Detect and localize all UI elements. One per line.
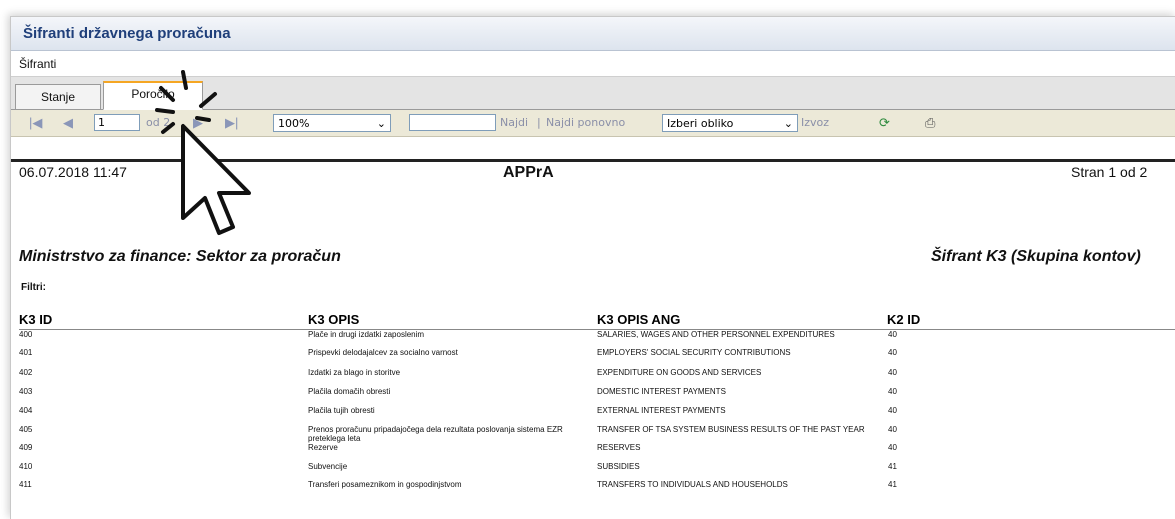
- app-window: Šifranti državnega proračuna Šifranti St…: [10, 16, 1175, 519]
- first-page-icon[interactable]: |◀: [29, 114, 42, 131]
- tab-porocilo[interactable]: Poročilo: [103, 81, 203, 110]
- export-link[interactable]: Izvoz: [801, 114, 829, 131]
- find-input[interactable]: [409, 114, 496, 131]
- cell-k3-opis-ang: EMPLOYERS' SOCIAL SECURITY CONTRIBUTIONS: [597, 348, 791, 357]
- cell-k3-opis: Transferi posameznikom in gospodinjstvom: [308, 480, 462, 489]
- column-header-k2-id: K2 ID: [887, 312, 921, 327]
- find-link[interactable]: Najdi: [500, 114, 528, 131]
- cell-k3-id: 403: [19, 387, 33, 396]
- cell-k3-id: 404: [19, 406, 33, 415]
- cell-k2-id: 40: [888, 368, 897, 377]
- cell-k3-opis: Prenos proračunu pripadajočega dela rezu…: [308, 425, 563, 443]
- column-header-k3-opis: K3 OPIS: [308, 312, 360, 327]
- zoom-value: 100%: [278, 116, 310, 130]
- tab-stanje[interactable]: Stanje: [15, 84, 101, 110]
- menu-item-sifranti[interactable]: Šifranti: [19, 57, 56, 71]
- column-header-k3-id: K3 ID: [19, 312, 53, 327]
- cell-k3-opis-ang: RESERVES: [597, 443, 641, 452]
- cell-k3-opis-ang: SUBSIDIES: [597, 462, 640, 471]
- cell-k3-opis: Plačila domačih obresti: [308, 387, 391, 396]
- format-value: Izberi obliko: [667, 116, 734, 130]
- find-separator: |: [537, 116, 541, 129]
- cell-k3-id: 410: [19, 462, 33, 471]
- cell-k3-opis: Plače in drugi izdatki zaposlenim: [308, 330, 425, 339]
- title-bar: Šifranti državnega proračuna: [11, 17, 1175, 51]
- cell-k2-id: 41: [888, 480, 897, 489]
- cell-k3-opis-ang: DOMESTIC INTEREST PAYMENTS: [597, 387, 726, 396]
- chevron-down-icon: ⌄: [783, 116, 793, 130]
- report-toolbar: |◀ ◀ od 2 ▶ ▶| 100% ⌄ Najdi | Najdi pono…: [11, 110, 1175, 137]
- prev-page-icon[interactable]: ◀: [63, 114, 73, 131]
- cell-k3-opis: Subvencije: [308, 462, 348, 471]
- report-title: Šifrant K3 (Skupina kontov): [931, 248, 1141, 265]
- next-page-icon[interactable]: ▶: [193, 114, 203, 131]
- cell-k2-id: 40: [888, 348, 897, 357]
- page-of-label: od 2: [146, 116, 171, 129]
- cell-k3-opis-ang: TRANSFERS TO INDIVIDUALS AND HOUSEHOLDS: [597, 480, 788, 489]
- report-datetime: 06.07.2018 11:47: [19, 164, 127, 180]
- report-app-name: APPrA: [503, 164, 554, 181]
- report-viewer: 06.07.2018 11:47 APPrA Stran 1 od 2 Mini…: [11, 159, 1175, 519]
- refresh-icon[interactable]: ⟳: [879, 114, 890, 131]
- cell-k3-opis-ang: EXPENDITURE ON GOODS AND SERVICES: [597, 368, 762, 377]
- cell-k3-opis: Plačila tujih obresti: [308, 406, 375, 415]
- report-ministry: Ministrstvo za finance: Sektor za prorač…: [19, 248, 341, 265]
- cell-k3-opis-ang: TRANSFER OF TSA SYSTEM BUSINESS RESULTS …: [597, 425, 865, 434]
- menu-bar: Šifranti: [11, 51, 1175, 77]
- window-title: Šifranti državnega proračuna: [23, 25, 231, 42]
- cell-k3-id: 400: [19, 330, 33, 339]
- page-number-input[interactable]: [94, 114, 140, 131]
- cell-k3-opis-ang: EXTERNAL INTEREST PAYMENTS: [597, 406, 726, 415]
- report-page-info: Stran 1 od 2: [1071, 164, 1148, 180]
- cell-k3-id: 411: [19, 480, 32, 489]
- column-header-k3-opis-ang: K3 OPIS ANG: [597, 312, 681, 327]
- cell-k3-opis: Rezerve: [308, 443, 338, 452]
- cell-k2-id: 40: [888, 443, 897, 452]
- cell-k3-opis: Prispevki delodajalcev za socialno varno…: [308, 348, 458, 357]
- cell-k2-id: 40: [888, 425, 897, 434]
- cell-k3-opis-ang: SALARIES, WAGES AND OTHER PERSONNEL EXPE…: [597, 330, 835, 339]
- tab-strip: Stanje Poročilo: [11, 77, 1175, 110]
- cell-k3-opis: Izdatki za blago in storitve: [308, 368, 401, 377]
- format-select[interactable]: Izberi obliko ⌄: [662, 114, 798, 132]
- chevron-down-icon: ⌄: [376, 116, 386, 130]
- cell-k2-id: 40: [888, 330, 897, 339]
- table-header: K3 ID K3 OPIS K3 OPIS ANG K2 ID: [19, 312, 1175, 330]
- zoom-select[interactable]: 100% ⌄: [273, 114, 391, 132]
- cell-k3-id: 405: [19, 425, 33, 434]
- cell-k2-id: 40: [888, 387, 897, 396]
- print-icon[interactable]: ⎙: [925, 114, 935, 131]
- cell-k3-id: 401: [19, 348, 33, 357]
- cell-k3-id: 409: [19, 443, 33, 452]
- last-page-icon[interactable]: ▶|: [225, 114, 238, 131]
- cell-k2-id: 40: [888, 406, 897, 415]
- cell-k3-id: 402: [19, 368, 33, 377]
- find-next-link[interactable]: Najdi ponovno: [546, 114, 625, 131]
- cell-k2-id: 41: [888, 462, 897, 471]
- filters-label: Filtri:: [21, 282, 46, 293]
